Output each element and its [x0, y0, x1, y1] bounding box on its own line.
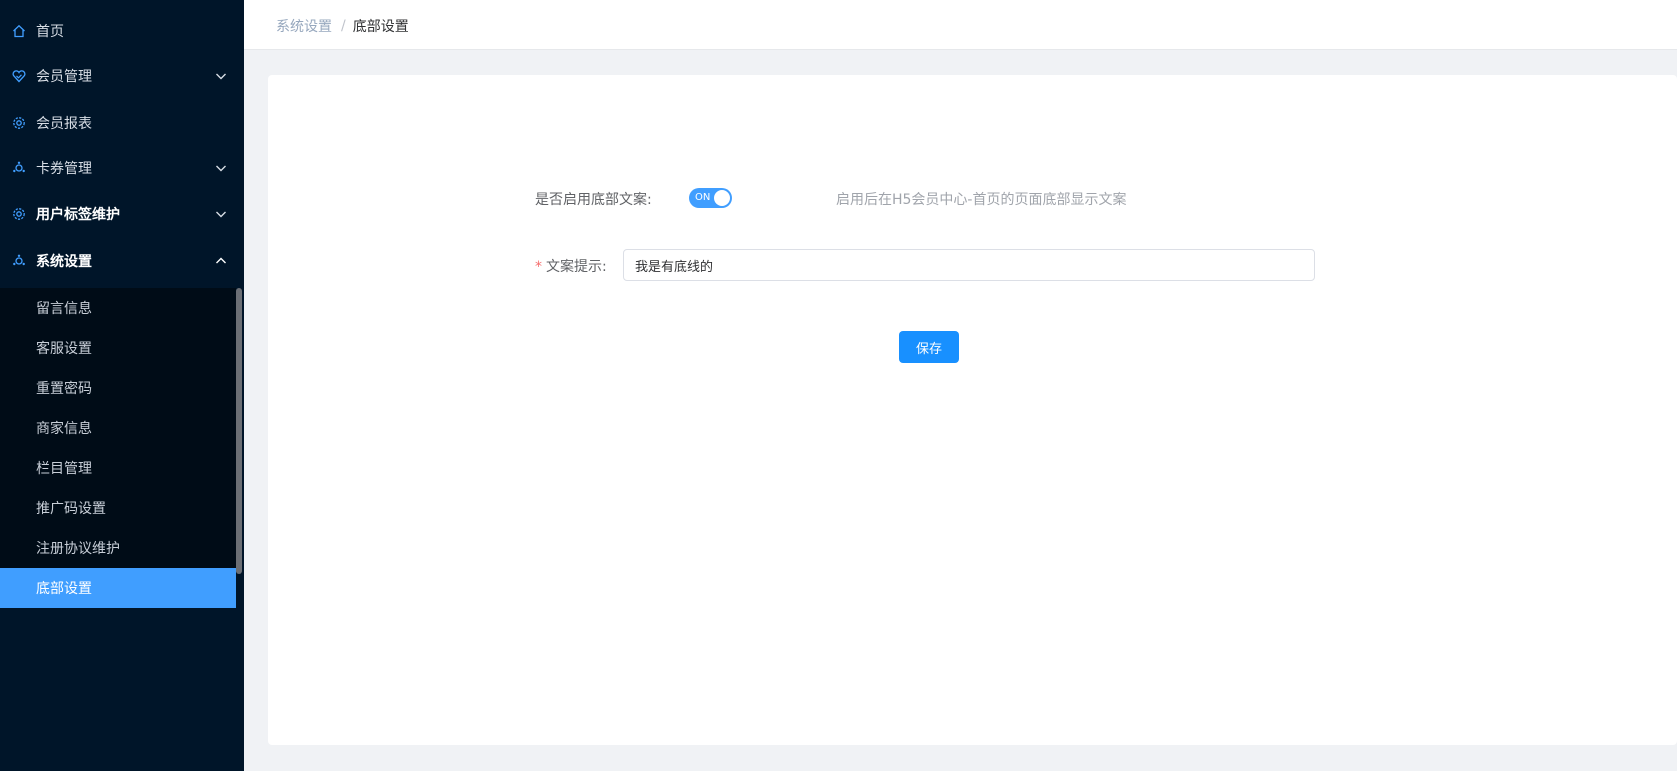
home-icon: [11, 23, 27, 39]
sidebar-subitem-promo-code[interactable]: 推广码设置: [0, 488, 236, 528]
sidebar-item-label: 用户标签维护: [36, 207, 120, 223]
system-settings-submenu: 留言信息 客服设置 重置密码 商家信息 栏目管理 推广码设置 注册协议维护 底部…: [0, 288, 236, 608]
sidebar-subitem-label: 留言信息: [36, 301, 92, 317]
sidebar-subitem-column-management[interactable]: 栏目管理: [0, 448, 236, 488]
enable-footer-label: 是否启用底部文案:: [535, 192, 652, 208]
heart-shield-icon: [11, 68, 27, 84]
sidebar-subitem-label: 栏目管理: [36, 461, 92, 477]
required-mark: *: [535, 259, 542, 275]
sidebar-subitem-messages[interactable]: 留言信息: [0, 288, 236, 328]
breadcrumb-parent[interactable]: 系统设置: [276, 16, 332, 36]
sidebar-subitem-label: 推广码设置: [36, 501, 106, 517]
enable-footer-hint: 启用后在H5会员中心-首页的页面底部显示文案: [836, 192, 1127, 208]
sidebar-subitem-customer-service[interactable]: 客服设置: [0, 328, 236, 368]
breadcrumb-separator: /: [341, 18, 346, 34]
sidebar-scrollbar[interactable]: [236, 288, 242, 574]
sidebar-subitem-label: 客服设置: [36, 341, 92, 357]
footer-text-label: * 文案提示:: [535, 256, 607, 276]
sidebar-item-system-settings[interactable]: 系统设置: [0, 239, 244, 283]
sidebar-subitem-footer-settings[interactable]: 底部设置: [0, 568, 236, 608]
sidebar-subitem-registration-agreement[interactable]: 注册协议维护: [0, 528, 236, 568]
sidebar-item-label: 首页: [36, 24, 64, 40]
breadcrumb: 系统设置 / 底部设置: [276, 16, 409, 36]
sidebar-item-member-report[interactable]: 会员报表: [0, 101, 244, 145]
sidebar-item-label: 卡券管理: [36, 161, 92, 177]
switch-state-text: ON: [695, 192, 711, 203]
footer-text-input[interactable]: [623, 249, 1315, 281]
sidebar-subitem-label: 商家信息: [36, 421, 92, 437]
save-button[interactable]: 保存: [899, 331, 959, 363]
footer-text-label-text: 文案提示:: [546, 259, 607, 275]
footer-settings-card: 是否启用底部文案: ON 启用后在H5会员中心-首页的页面底部显示文案 * 文案提…: [268, 75, 1677, 745]
chevron-down-icon: [214, 207, 228, 221]
sidebar: 首页 会员管理 会员报表 卡券管理 用户标签维护 系统设置 留言信息 客服设置 …: [0, 0, 244, 771]
sidebar-item-label: 会员报表: [36, 116, 92, 132]
cog-network-icon: [11, 160, 27, 176]
top-header: 系统设置 / 底部设置: [244, 0, 1677, 50]
chevron-down-icon: [214, 161, 228, 175]
sidebar-item-user-tags[interactable]: 用户标签维护: [0, 192, 244, 236]
sidebar-subitem-label: 底部设置: [36, 581, 92, 597]
chevron-down-icon: [214, 69, 228, 83]
sidebar-item-member-management[interactable]: 会员管理: [0, 54, 244, 98]
gear-icon: [11, 115, 27, 131]
breadcrumb-current: 底部设置: [352, 19, 409, 35]
chevron-up-icon: [214, 254, 228, 268]
switch-knob: [714, 190, 730, 206]
sidebar-subitem-label: 注册协议维护: [36, 541, 120, 557]
sidebar-subitem-merchant-info[interactable]: 商家信息: [0, 408, 236, 448]
gear-icon: [11, 206, 27, 222]
sidebar-subitem-reset-password[interactable]: 重置密码: [0, 368, 236, 408]
sidebar-item-label: 系统设置: [36, 254, 92, 270]
enable-footer-switch[interactable]: ON: [689, 188, 732, 208]
sidebar-item-label: 会员管理: [36, 69, 92, 85]
sidebar-subitem-label: 重置密码: [36, 381, 92, 397]
sidebar-item-home[interactable]: 首页: [0, 9, 244, 53]
sidebar-item-coupon-management[interactable]: 卡券管理: [0, 146, 244, 190]
cog-network-icon: [11, 253, 27, 269]
